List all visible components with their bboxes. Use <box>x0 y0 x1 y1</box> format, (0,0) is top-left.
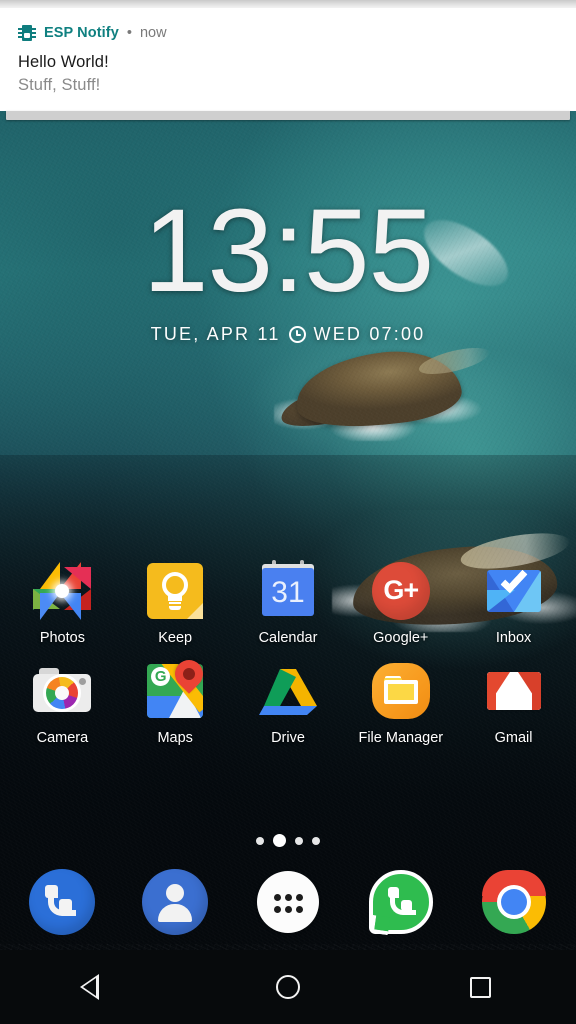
home-circle-icon <box>276 975 300 999</box>
clock-time[interactable]: 13:55 <box>0 192 576 310</box>
clock-date-row[interactable]: TUE, APR 11 WED 07:00 <box>0 324 576 345</box>
notification-shade[interactable]: ESP Notify • now Hello World! Stuff, Stu… <box>0 0 576 120</box>
notification-separator: • <box>126 25 132 41</box>
notification-title: Hello World! <box>18 53 109 71</box>
app-grid: Photos Keep 31 Calendar G+ Google+ Inbox… <box>0 558 576 745</box>
notification-timestamp: now <box>139 25 167 41</box>
app-icon-maps[interactable]: G Maps <box>125 653 225 746</box>
app-icon-calendar[interactable]: 31 Calendar <box>238 558 338 646</box>
page-dot[interactable] <box>273 834 286 847</box>
app-label: Gmail <box>494 729 533 746</box>
app-icon-googleplus[interactable]: G+ Google+ <box>351 558 451 646</box>
app-label: Drive <box>271 729 305 746</box>
app-label: Photos <box>39 630 85 646</box>
notification-app-name: ESP Notify <box>44 25 119 41</box>
app-icon-camera[interactable]: Camera <box>12 658 112 746</box>
chip-icon <box>18 24 36 42</box>
app-drawer-icon[interactable] <box>252 866 324 938</box>
dock-item-contacts[interactable] <box>125 866 225 938</box>
google-drive-icon[interactable] <box>255 658 321 724</box>
app-label: Maps <box>157 729 193 746</box>
nav-home-button[interactable] <box>233 950 343 1024</box>
app-icon-gmail[interactable]: Gmail <box>464 658 564 746</box>
dock-item-app-drawer[interactable] <box>238 866 338 938</box>
app-label: Camera <box>36 729 89 746</box>
maps-g-glyph: G <box>151 666 171 686</box>
dock-item-phone[interactable] <box>12 866 112 938</box>
page-dot[interactable] <box>312 836 320 845</box>
app-label: File Manager <box>358 729 444 746</box>
gmail-icon[interactable] <box>481 658 547 724</box>
dock <box>0 866 576 938</box>
notification-body: Stuff, Stuff! <box>18 76 101 94</box>
file-manager-icon[interactable] <box>368 658 434 724</box>
app-row-1: Photos Keep 31 Calendar G+ Google+ Inbox <box>0 558 576 646</box>
google-maps-icon[interactable]: G <box>142 653 209 724</box>
nav-recents-button[interactable] <box>425 950 535 1024</box>
next-alarm: WED 07:00 <box>313 324 426 344</box>
google-photos-icon[interactable] <box>29 558 95 624</box>
app-label: Keep <box>158 630 193 646</box>
app-row-2: Camera G Maps Drive File Manager Gmail <box>0 653 576 746</box>
page-dot[interactable] <box>295 836 303 845</box>
notification-header: ESP Notify • now <box>18 22 558 44</box>
calendar-date-badge: 31 <box>271 576 305 609</box>
page-indicator[interactable] <box>0 834 576 847</box>
app-icon-keep[interactable]: Keep <box>125 558 225 646</box>
notification-card[interactable]: ESP Notify • now Hello World! Stuff, Stu… <box>0 8 576 111</box>
navigation-bar <box>0 950 576 1024</box>
google-plus-icon[interactable]: G+ <box>368 558 434 624</box>
google-camera-icon[interactable] <box>29 658 95 724</box>
clock-date: TUE, APR 11 <box>150 324 281 344</box>
clock-widget[interactable]: 13:55 TUE, APR 11 WED 07:00 <box>0 192 576 345</box>
chrome-icon[interactable] <box>478 866 550 938</box>
app-icon-inbox[interactable]: Inbox <box>464 558 564 646</box>
dock-item-whatsapp[interactable] <box>351 866 451 938</box>
notification-stack-bar[interactable] <box>6 111 570 120</box>
app-label: Google+ <box>373 630 429 646</box>
dock-item-chrome[interactable] <box>464 866 564 938</box>
whatsapp-icon[interactable] <box>365 866 437 938</box>
google-keep-icon[interactable] <box>142 558 208 624</box>
app-label: Calendar <box>258 630 318 646</box>
google-calendar-icon[interactable]: 31 <box>255 558 321 624</box>
google-plus-glyph: G+ <box>383 575 419 605</box>
phone-icon[interactable] <box>26 866 98 938</box>
app-label: Inbox <box>495 630 532 646</box>
app-icon-drive[interactable]: Drive <box>238 658 338 746</box>
recents-square-icon <box>469 976 491 998</box>
app-icon-photos[interactable]: Photos <box>12 558 112 646</box>
back-triangle-icon <box>80 974 112 1000</box>
alarm-clock-icon <box>288 326 306 343</box>
nav-back-button[interactable] <box>41 950 151 1024</box>
app-icon-file-manager[interactable]: File Manager <box>351 658 451 746</box>
status-bar-strip <box>0 0 576 8</box>
google-inbox-icon[interactable] <box>481 558 547 624</box>
contacts-icon[interactable] <box>139 866 211 938</box>
page-dot[interactable] <box>256 836 264 845</box>
